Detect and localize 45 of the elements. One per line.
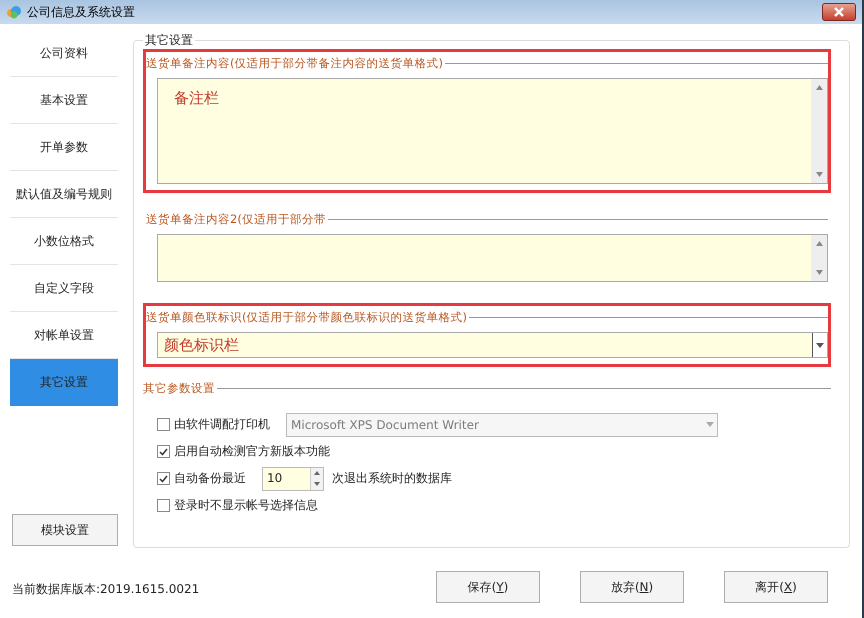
section-label: 送货单颜色联标识(仅适用于部分带颜色联标识的送货单格式) <box>146 310 467 324</box>
option-label: 次退出系统时的数据库 <box>332 470 452 487</box>
sidebar-item[interactable]: 基本设置 <box>10 77 118 124</box>
dialog-button[interactable]: 保存(Y) <box>436 571 540 603</box>
printer-combo-box[interactable]: Microsoft XPS Document Writer <box>286 412 718 436</box>
checkbox[interactable] <box>157 472 170 485</box>
section-label: 其它参数设置 <box>143 380 215 396</box>
sidebar-item[interactable]: 默认值及编号规则 <box>10 171 118 218</box>
up-arrow-icon <box>314 471 320 475</box>
down-arrow-icon <box>314 482 320 486</box>
scrollbar[interactable] <box>811 79 827 183</box>
sidebar-item[interactable]: 公司资料 <box>10 30 118 77</box>
dialog-button[interactable]: 放弃(N) <box>580 571 684 603</box>
sidebar-item[interactable]: 开单参数 <box>10 124 118 171</box>
checkbox[interactable] <box>157 418 170 431</box>
panel-title: 其它设置 <box>144 32 194 49</box>
option-label: 登录时不显示帐号选择信息 <box>174 497 318 514</box>
cloud-icon <box>6 5 22 19</box>
checkbox[interactable] <box>157 499 170 512</box>
option-label: 由软件调配打印机 <box>174 416 270 433</box>
close-icon <box>833 7 845 17</box>
up-arrow-icon <box>816 85 822 90</box>
scrollbar[interactable] <box>811 235 827 281</box>
memo-field[interactable] <box>157 234 828 282</box>
sidebar-item[interactable]: 小数位格式 <box>10 218 118 265</box>
dropdown-arrow-icon <box>816 342 824 348</box>
backup-count-spinner[interactable]: 10 <box>262 466 324 490</box>
memo-field[interactable]: 备注栏 <box>157 78 828 184</box>
option-label: 启用自动检测官方新版本功能 <box>174 443 330 460</box>
down-arrow-icon <box>816 270 822 275</box>
database-version-text: 当前数据库版本:2019.1615.0021 <box>12 581 200 598</box>
down-arrow-icon <box>816 172 822 177</box>
close-button[interactable] <box>822 3 856 21</box>
up-arrow-icon <box>816 241 822 246</box>
section-label: 送货单备注内容2(仅适用于部分带 <box>146 212 326 226</box>
sidebar-item[interactable]: 其它设置 <box>10 359 118 406</box>
color-combo-box[interactable]: 颜色标识栏 <box>157 332 828 358</box>
checkbox[interactable] <box>157 445 170 458</box>
sidebar-item[interactable]: 自定义字段 <box>10 265 118 312</box>
section-label: 送货单备注内容(仅适用于部分带备注内容的送货单格式) <box>146 56 443 70</box>
dialog-button[interactable]: 离开(X) <box>724 571 828 603</box>
module-settings-button[interactable]: 模块设置 <box>12 514 118 546</box>
option-label: 自动备份最近 <box>174 470 246 487</box>
window-title: 公司信息及系统设置 <box>27 4 135 20</box>
dropdown-arrow-icon <box>706 422 714 427</box>
